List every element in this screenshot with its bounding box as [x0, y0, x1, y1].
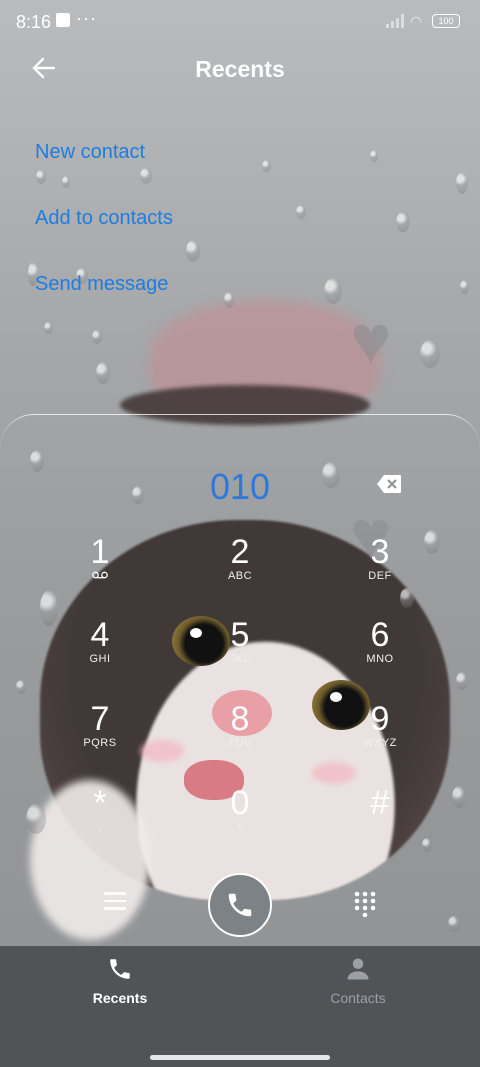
key-letters: GHI	[89, 653, 111, 665]
key-hash[interactable]: #	[320, 783, 440, 863]
notification-icon	[56, 13, 70, 27]
key-2[interactable]: 2 ABC	[180, 532, 300, 612]
key-digit: *	[93, 784, 107, 822]
key-letters: TUV	[228, 737, 252, 749]
key-letters: +	[236, 821, 244, 833]
key-9[interactable]: 9 WXYZ	[320, 699, 440, 779]
add-to-contacts-link[interactable]: Add to contacts	[35, 207, 173, 230]
status-bar: 8:16 ··· ◠ 100	[0, 0, 480, 44]
key-4[interactable]: 4 GHI	[40, 615, 160, 695]
voicemail-icon	[40, 570, 160, 582]
key-star[interactable]: *,	[40, 783, 160, 863]
key-digit: 3	[370, 533, 390, 571]
call-button[interactable]	[208, 873, 272, 937]
key-digit: #	[370, 784, 390, 822]
key-1[interactable]: 1	[40, 532, 160, 612]
phone-icon	[110, 959, 130, 979]
new-contact-link[interactable]: New contact	[35, 141, 145, 164]
key-3[interactable]: 3 DEF	[320, 532, 440, 612]
key-digit: 5	[230, 616, 250, 654]
key-5[interactable]: 5 JKL	[180, 615, 300, 695]
home-indicator[interactable]	[150, 1055, 330, 1060]
key-letters: MNO	[366, 653, 394, 665]
key-letters: WXYZ	[363, 737, 397, 749]
key-6[interactable]: 6 MNO	[320, 615, 440, 695]
key-digit: 4	[90, 616, 110, 654]
signal-icon	[386, 14, 404, 28]
key-digit: 2	[230, 533, 250, 571]
more-notifications-icon: ···	[76, 8, 97, 28]
key-letters: JKL	[229, 653, 251, 665]
key-8[interactable]: 8 TUV	[180, 699, 300, 779]
tab-label: Contacts	[330, 990, 386, 1006]
wifi-icon: ◠	[410, 13, 423, 29]
send-message-link[interactable]: Send message	[35, 273, 168, 296]
page-title: Recents	[195, 56, 285, 82]
dialed-number[interactable]: 010	[0, 466, 480, 508]
person-icon	[347, 958, 369, 980]
key-digit: 0	[230, 784, 250, 822]
dialpad-icon[interactable]	[354, 891, 376, 917]
status-time: 8:16	[16, 12, 52, 32]
key-7[interactable]: 7 PQRS	[40, 699, 160, 779]
backspace-icon[interactable]	[376, 474, 402, 494]
key-letters: DEF	[368, 570, 392, 582]
battery-icon: 100	[432, 14, 460, 28]
tab-label: Recents	[92, 990, 148, 1006]
menu-icon[interactable]	[104, 892, 126, 910]
key-0[interactable]: 0 +	[180, 783, 300, 863]
heart-icon: ♥	[350, 301, 392, 379]
tab-contacts[interactable]: Contacts	[278, 954, 438, 1006]
key-digit: 6	[370, 616, 390, 654]
key-digit: 7	[90, 700, 110, 738]
key-digit: 1	[90, 533, 110, 571]
tab-recents[interactable]: Recents	[40, 954, 200, 1006]
key-letters: ,	[98, 821, 102, 833]
key-digit: 9	[370, 700, 390, 738]
bottom-nav: Recents Contacts	[0, 946, 480, 1067]
phone-icon	[228, 893, 252, 917]
key-digit: 8	[230, 700, 250, 738]
key-letters: ABC	[227, 570, 253, 582]
key-letters: PQRS	[83, 737, 117, 749]
